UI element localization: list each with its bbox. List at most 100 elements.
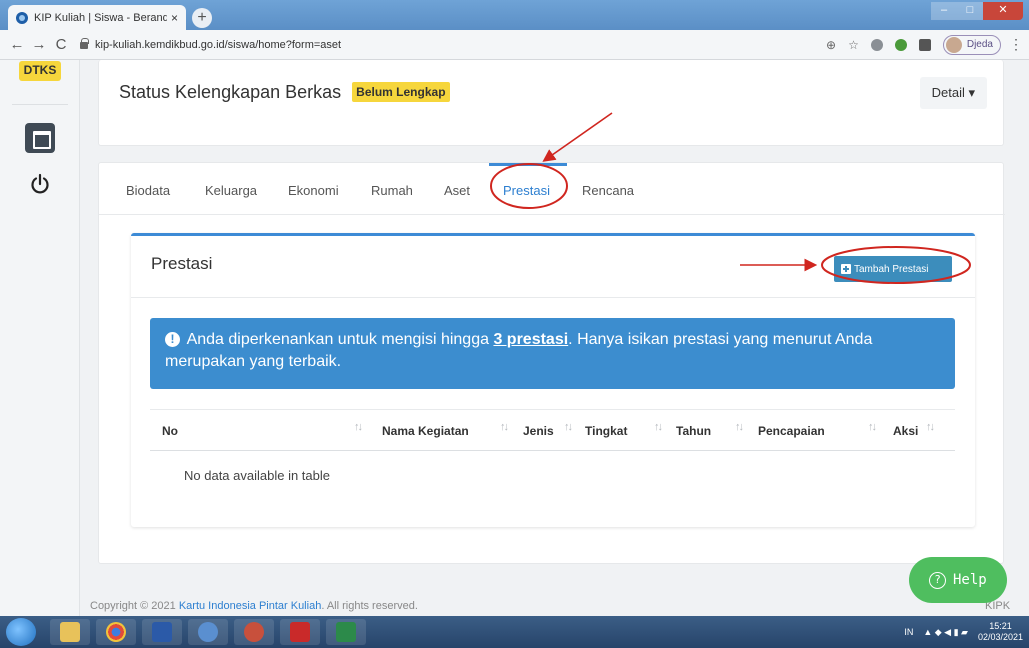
sort-icon[interactable]: ↑↓ [654, 421, 663, 433]
col-nama-kegiatan[interactable]: Nama Kegiatan [382, 424, 469, 438]
pdf-icon [290, 622, 310, 642]
back-icon[interactable]: ← [6, 36, 28, 53]
panel-divider [131, 297, 975, 298]
maximize-button[interactable]: □ [957, 2, 983, 20]
tab-keluarga[interactable]: Keluarga [205, 183, 257, 198]
col-aksi[interactable]: Aksi [893, 424, 918, 438]
clock-date: 02/03/2021 [977, 632, 1023, 642]
power-icon[interactable] [29, 173, 51, 195]
alert-text-before: Anda diperkenankan untuk mengisi hingga [186, 331, 494, 348]
reload-icon[interactable]: C [50, 36, 72, 53]
status-card: Status Kelengkapan Berkas Belum Lengkap … [98, 60, 1004, 146]
taskbar-pdf[interactable] [280, 619, 320, 645]
url-text: kip-kuliah.kemdikbud.go.id/siswa/home?fo… [95, 38, 342, 51]
active-tab-indicator [489, 163, 567, 166]
chrome-icon [106, 622, 126, 642]
help-button[interactable]: ? Help [909, 557, 1007, 603]
kip-favicon-icon [16, 11, 28, 24]
avatar [945, 36, 962, 53]
add-prestasi-button[interactable]: Tambah Prestasi [834, 256, 952, 282]
main-card: Biodata Keluarga Ekonomi Rumah Aset Pres… [98, 162, 1005, 564]
tab-prestasi[interactable]: Prestasi [503, 183, 550, 198]
start-button[interactable] [6, 618, 36, 646]
browser-titlebar: KIP Kuliah | Siswa - Beranda × + – □ ✕ [0, 0, 1029, 30]
sort-icon[interactable]: ↑↓ [868, 421, 877, 433]
table-header: No ↑↓ Nama Kegiatan ↑↓ Jenis ↑↓ Tingkat … [150, 409, 955, 451]
sidebar-divider [12, 104, 68, 105]
col-jenis[interactable]: Jenis [523, 424, 554, 438]
tab-aset[interactable]: Aset [444, 183, 470, 198]
col-tingkat[interactable]: Tingkat [585, 424, 627, 438]
sort-icon[interactable]: ↑↓ [564, 421, 573, 433]
footer: Copyright © 2021 Kartu Indonesia Pintar … [90, 600, 418, 612]
excel-icon [336, 622, 356, 642]
bookmark-star-icon[interactable]: ☆ [848, 38, 859, 52]
media-icon [244, 622, 264, 642]
add-prestasi-label: Tambah Prestasi [854, 263, 929, 275]
status-title: Status Kelengkapan Berkas Belum Lengkap [119, 82, 450, 104]
extension-green-icon[interactable] [894, 38, 907, 51]
system-tray: IN ▲ ◆ ◀ ▮ ▰ 15:21 02/03/2021 [904, 616, 1023, 648]
window-controls: – □ ✕ [931, 2, 1023, 20]
empty-table-message: No data available in table [184, 468, 330, 483]
dtks-badge: DTKS [19, 61, 61, 81]
folder-icon [60, 622, 80, 642]
footer-copyright: Copyright © 2021 [90, 600, 179, 612]
prestasi-panel: Prestasi Tambah Prestasi ! Anda diperken… [131, 233, 975, 527]
taskbar-chrome[interactable] [96, 619, 136, 645]
zoom-icon[interactable]: ⊕ [826, 38, 836, 52]
new-tab-button[interactable]: + [192, 8, 212, 28]
tab-rencana[interactable]: Rencana [582, 183, 634, 198]
panel-title: Prestasi [151, 254, 213, 273]
toolbar-icons: ⊕ ☆ Djeda [826, 34, 1001, 55]
taskbar-explorer[interactable] [50, 619, 90, 645]
tab-rumah[interactable]: Rumah [371, 183, 413, 198]
profile-name: Djeda [966, 39, 993, 50]
sort-icon[interactable]: ↑↓ [500, 421, 509, 433]
browser-menu-icon[interactable]: ⋮ [1009, 36, 1023, 53]
sort-icon[interactable]: ↑↓ [926, 421, 935, 433]
footer-rest: . All rights reserved. [321, 600, 418, 612]
col-tahun[interactable]: Tahun [676, 424, 711, 438]
footer-link[interactable]: Kartu Indonesia Pintar Kuliah [179, 600, 321, 612]
taskbar-media[interactable] [234, 619, 274, 645]
language-indicator[interactable]: IN [904, 627, 913, 637]
status-title-text: Status Kelengkapan Berkas [119, 82, 342, 102]
col-no[interactable]: No [162, 424, 178, 438]
taskbar-word[interactable] [142, 619, 182, 645]
status-badge: Belum Lengkap [352, 82, 450, 102]
windows-taskbar: IN ▲ ◆ ◀ ▮ ▰ 15:21 02/03/2021 [0, 616, 1029, 648]
sort-icon[interactable]: ↑↓ [354, 421, 363, 433]
detail-button[interactable]: Detail ▾ [919, 77, 987, 109]
word-icon [152, 622, 172, 642]
exclamation-icon: ! [165, 332, 180, 347]
browser-tab[interactable]: KIP Kuliah | Siswa - Beranda × [8, 5, 186, 30]
help-label: Help [953, 572, 987, 588]
profile-button[interactable]: Djeda [942, 34, 1001, 55]
clock[interactable]: 15:21 02/03/2021 [978, 621, 1023, 643]
tab-biodata[interactable]: Biodata [126, 183, 170, 198]
tab-title: KIP Kuliah | Siswa - Beranda [34, 11, 167, 24]
extension-icon[interactable] [870, 38, 883, 51]
sort-icon[interactable]: ↑↓ [735, 421, 744, 433]
minimize-button[interactable]: – [931, 2, 957, 20]
puzzle-icon[interactable] [918, 38, 931, 51]
address-bar[interactable]: kip-kuliah.kemdikbud.go.id/siswa/home?fo… [80, 38, 826, 51]
info-alert: ! Anda diperkenankan untuk mengisi hingg… [150, 318, 955, 389]
help-icon: ? [929, 571, 946, 589]
close-tab-icon[interactable]: × [171, 11, 178, 25]
clock-time: 15:21 [989, 621, 1012, 631]
close-window-button[interactable]: ✕ [983, 2, 1023, 20]
tab-ekonomi[interactable]: Ekonomi [288, 183, 339, 198]
taskbar-excel[interactable] [326, 619, 366, 645]
browser-toolbar: ← → C kip-kuliah.kemdikbud.go.id/siswa/h… [0, 30, 1029, 60]
alert-highlight: 3 prestasi [493, 331, 569, 348]
col-pencapaian[interactable]: Pencapaian [758, 424, 825, 438]
forward-icon[interactable]: → [28, 36, 50, 53]
plus-icon [841, 264, 851, 274]
sidebar: DTKS [0, 60, 80, 616]
tray-icons[interactable]: ▲ ◆ ◀ ▮ ▰ [923, 627, 968, 638]
taskbar-firefox[interactable] [188, 619, 228, 645]
window-icon[interactable] [25, 123, 55, 153]
tab-bar: Biodata Keluarga Ekonomi Rumah Aset Pres… [99, 163, 1005, 215]
